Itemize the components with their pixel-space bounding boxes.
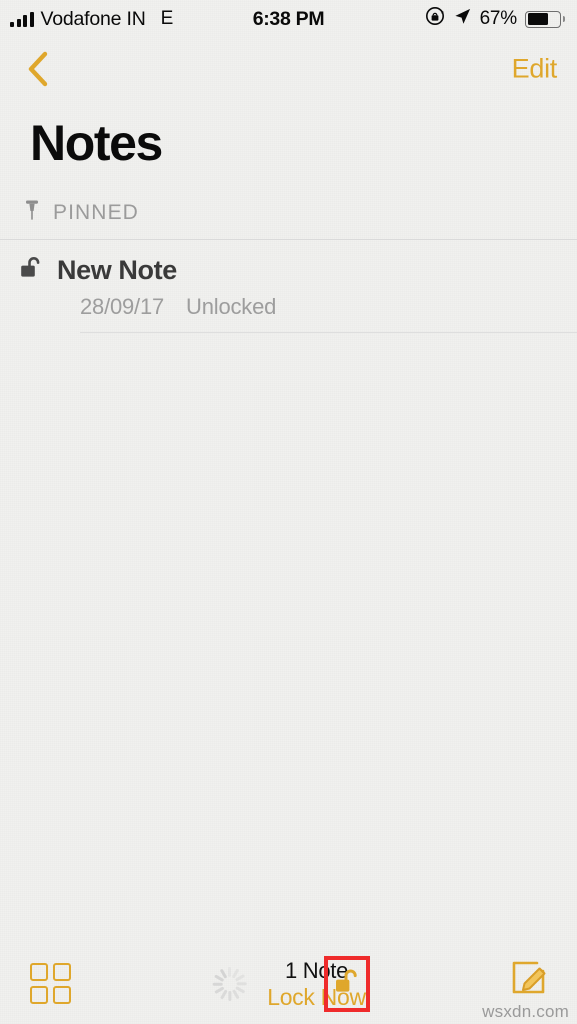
note-subtitle: 28/09/17 Unlocked — [0, 294, 577, 320]
status-bar-left: Vodafone IN E — [10, 8, 288, 31]
pin-icon — [22, 198, 42, 227]
list-separator-bottom — [80, 332, 577, 333]
edit-button[interactable]: Edit — [512, 54, 558, 85]
note-lock-state: Unlocked — [186, 294, 277, 319]
watermark: wsxdn.com — [482, 1002, 569, 1021]
compose-note-button[interactable] — [507, 955, 551, 1004]
lock-toolbar-button[interactable] — [332, 966, 362, 1003]
list-item[interactable]: New Note 28/09/17 Unlocked — [0, 240, 577, 332]
status-bar: Vodafone IN E 6:38 PM 67% — [0, 0, 577, 38]
battery-percent-label: 67% — [479, 8, 518, 29]
battery-icon — [525, 10, 565, 28]
unlocked-padlock-icon — [18, 254, 46, 287]
status-bar-right: 67% — [288, 6, 565, 32]
unlocked-padlock-icon — [336, 969, 357, 992]
back-button[interactable] — [16, 47, 60, 91]
carrier-label: Vodafone IN — [40, 7, 146, 30]
signal-bars-icon — [10, 11, 34, 27]
location-arrow-icon — [453, 7, 472, 32]
page-title: Notes — [30, 115, 163, 171]
compose-note-icon — [512, 961, 546, 994]
note-title: New Note — [57, 255, 177, 285]
annotation-highlight-box — [324, 956, 370, 1012]
back-chevron-icon — [28, 51, 48, 87]
rotation-lock-icon — [425, 6, 445, 32]
activity-spinner-icon — [211, 966, 247, 1002]
note-date: 28/09/17 — [80, 294, 165, 319]
note-title-line: New Note — [0, 254, 577, 287]
network-type-label: E — [160, 8, 174, 29]
navigation-bar: Edit — [0, 38, 577, 100]
pinned-section-label: PINNED — [53, 200, 139, 224]
pinned-section-header: PINNED — [0, 172, 577, 239]
